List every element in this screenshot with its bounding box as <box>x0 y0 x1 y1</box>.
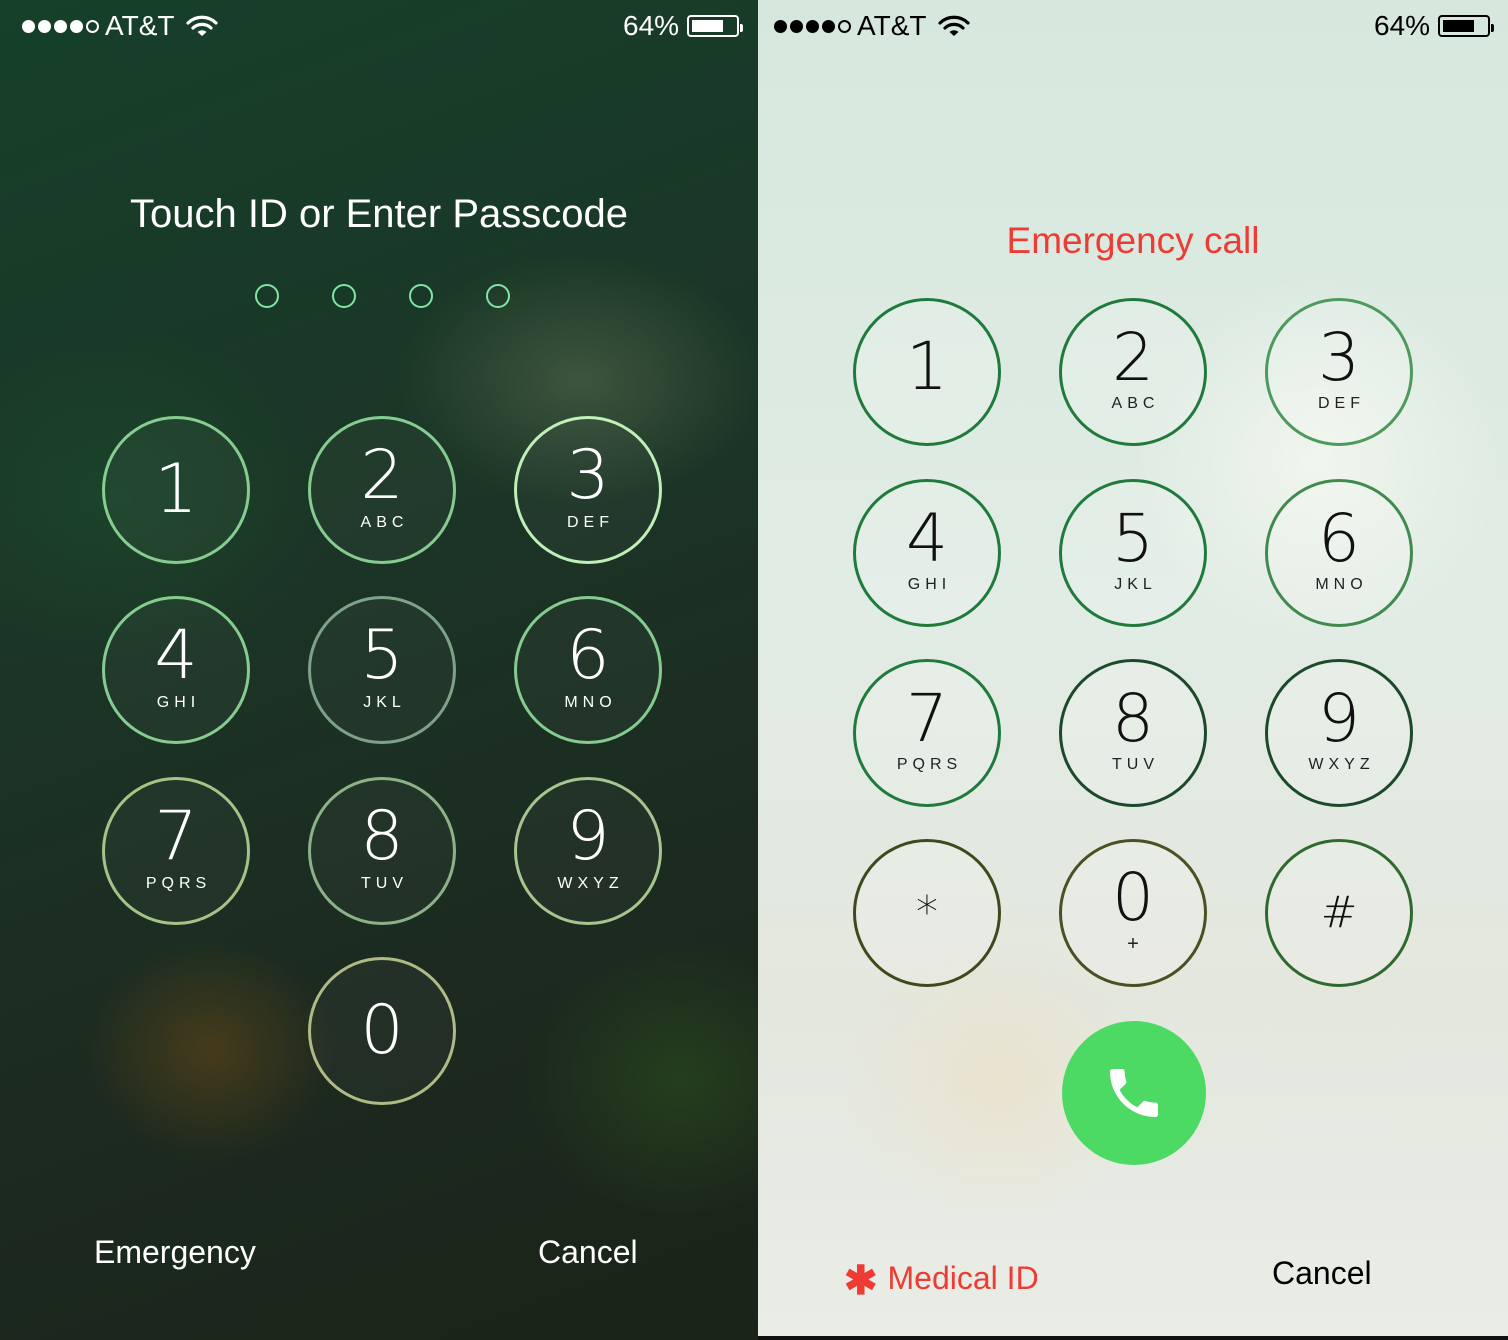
key-5[interactable]: 5 JKL <box>308 596 456 744</box>
key-6[interactable]: 6 MNO <box>1265 479 1413 627</box>
key-2[interactable]: 2 ABC <box>1059 298 1207 446</box>
signal-strength-icon <box>22 19 99 33</box>
battery-percent: 64% <box>1374 10 1431 41</box>
cancel-button[interactable]: Cancel <box>1272 1255 1372 1292</box>
status-bar: AT&T 64% <box>758 0 1508 56</box>
emergency-button[interactable]: Emergency <box>94 1234 256 1271</box>
key-1[interactable]: 1 <box>102 416 250 564</box>
passcode-screen: AT&T 64% Touch ID or Enter Passcode 1 2A… <box>0 0 758 1340</box>
key-3[interactable]: 3 DEF <box>1265 298 1413 446</box>
key-9[interactable]: 9 WXYZ <box>514 777 662 925</box>
key-star[interactable]: * <box>853 839 1001 987</box>
cancel-button[interactable]: Cancel <box>538 1234 638 1271</box>
key-8[interactable]: 8 TUV <box>1059 659 1207 807</box>
call-button[interactable] <box>1062 1021 1206 1165</box>
key-1[interactable]: 1 <box>853 298 1001 446</box>
passcode-dot <box>409 284 433 308</box>
carrier-name: AT&T <box>857 10 927 41</box>
medical-asterisk-icon: ✱ <box>844 1259 878 1303</box>
key-3[interactable]: 3 DEF <box>514 416 662 564</box>
battery-indicator: 64% <box>1374 10 1495 42</box>
carrier-indicator: AT&T <box>22 10 219 42</box>
page-title: Touch ID or Enter Passcode <box>129 192 629 236</box>
emergency-call-screen: AT&T 64% Emergency call 1 2 ABC 3 DEF 4 GHI… <box>758 0 1508 1336</box>
battery-percent: 64% <box>623 10 680 41</box>
key-4[interactable]: 4 GHI <box>853 479 1001 627</box>
key-0[interactable]: 0 <box>308 957 456 1105</box>
key-8[interactable]: 8 TUV <box>308 777 456 925</box>
medical-id-button[interactable]: ✱ Medical ID <box>844 1255 1039 1303</box>
key-7[interactable]: 7 PQRS <box>102 777 250 925</box>
key-5[interactable]: 5 JKL <box>1059 479 1207 627</box>
signal-strength-icon <box>774 19 851 33</box>
page-title: Emergency call <box>1006 220 1260 261</box>
carrier-indicator: AT&T <box>774 10 971 42</box>
battery-icon <box>687 15 744 37</box>
key-2[interactable]: 2 ABC <box>308 416 456 564</box>
passcode-dot <box>332 284 356 308</box>
passcode-dots <box>255 284 510 308</box>
key-6[interactable]: 6 MNO <box>514 596 662 744</box>
wifi-icon <box>186 15 219 36</box>
passcode-dot <box>486 284 510 308</box>
battery-icon <box>1438 15 1495 37</box>
battery-indicator: 64% <box>623 10 744 42</box>
passcode-dot <box>255 284 279 308</box>
medical-id-label: Medical ID <box>887 1259 1039 1296</box>
key-0[interactable]: 0 + <box>1059 839 1207 987</box>
key-9[interactable]: 9 WXYZ <box>1265 659 1413 807</box>
key-hash[interactable]: # <box>1265 839 1413 987</box>
status-bar: AT&T 64% <box>0 0 758 56</box>
key-7[interactable]: 7 PQRS <box>853 659 1001 807</box>
key-4[interactable]: 4 GHI <box>102 596 250 744</box>
phone-icon <box>1110 1069 1158 1117</box>
wifi-icon <box>938 15 971 36</box>
carrier-name: AT&T <box>105 10 175 41</box>
